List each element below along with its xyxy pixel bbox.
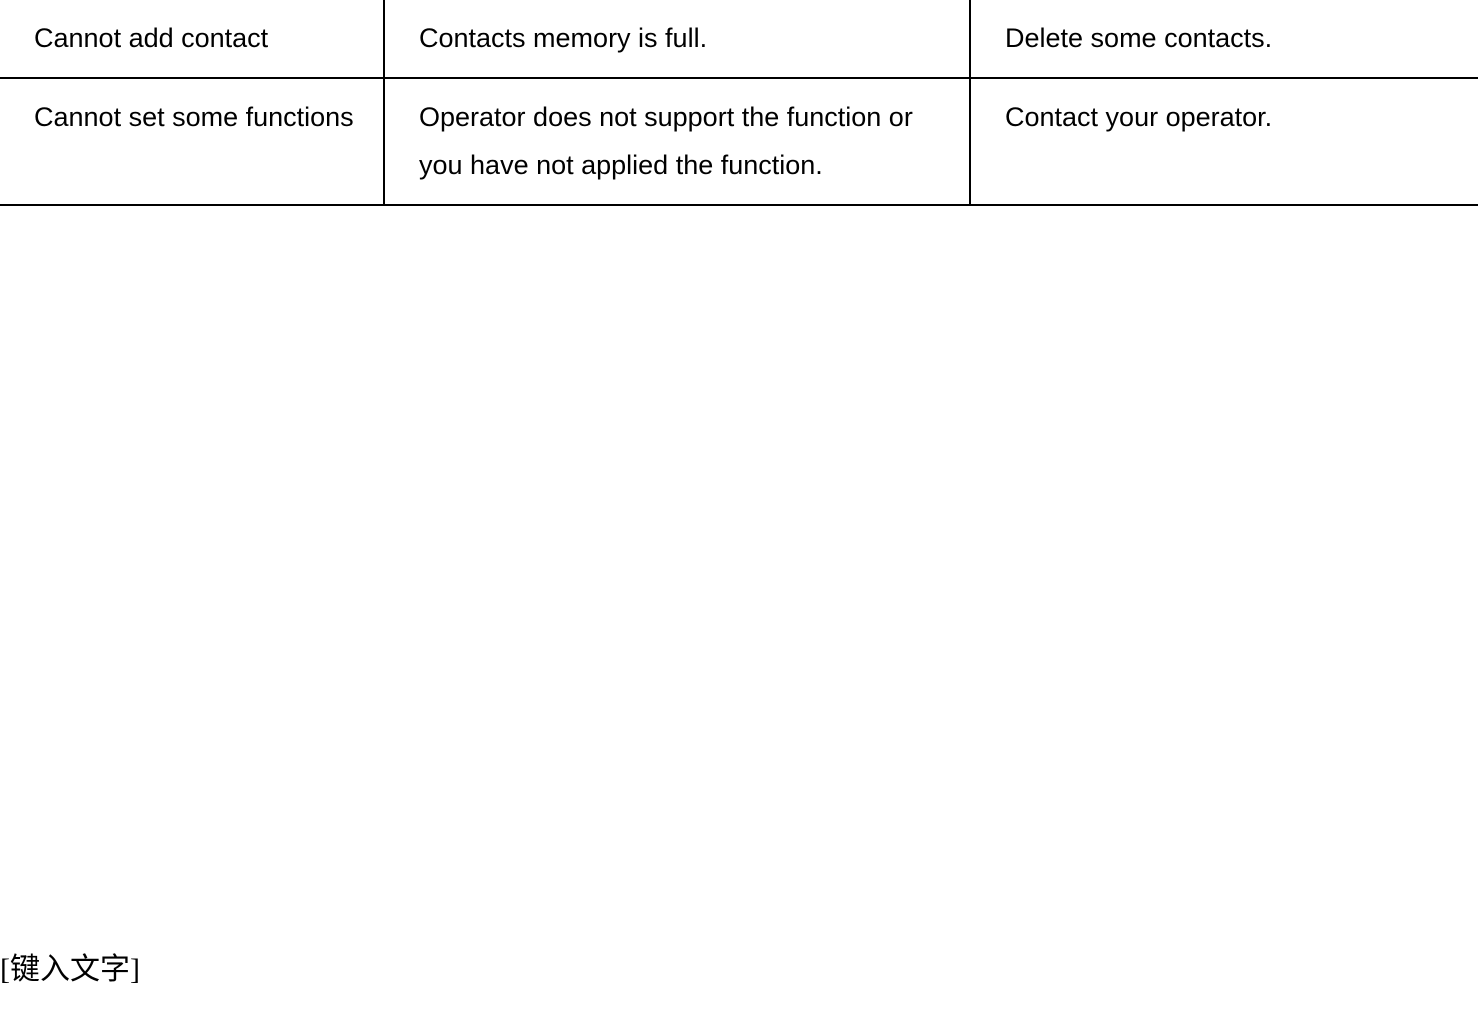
problem-cell: Cannot set some functions bbox=[0, 78, 384, 205]
solution-cell: Contact your operator. bbox=[970, 78, 1478, 205]
solution-cell: Delete some contacts. bbox=[970, 0, 1478, 78]
cause-cell: Operator does not support the function o… bbox=[384, 78, 970, 205]
table-row: Cannot add contact Contacts memory is fu… bbox=[0, 0, 1478, 78]
troubleshooting-table: Cannot add contact Contacts memory is fu… bbox=[0, 0, 1478, 206]
problem-cell: Cannot add contact bbox=[0, 0, 384, 78]
footer-placeholder-text: [键入文字] bbox=[0, 944, 140, 988]
table-row: Cannot set some functions Operator does … bbox=[0, 78, 1478, 205]
cause-cell: Contacts memory is full. bbox=[384, 0, 970, 78]
